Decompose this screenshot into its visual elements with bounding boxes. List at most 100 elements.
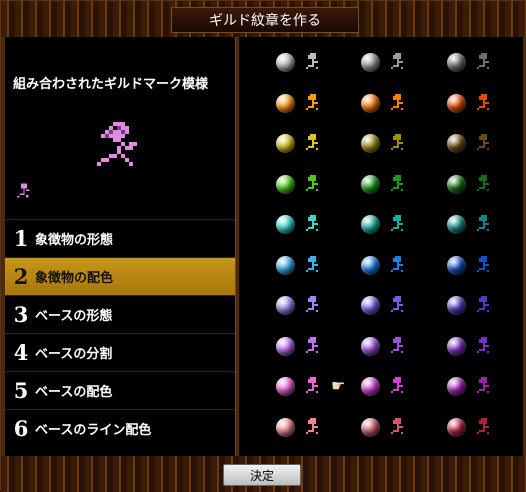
- color-orb-icon[interactable]: [361, 255, 380, 275]
- rose-preview-icon: [306, 215, 320, 233]
- color-orb-icon[interactable]: [361, 174, 380, 194]
- color-swatch[interactable]: [447, 51, 517, 75]
- menu-item-6[interactable]: 6 ベースのライン配色: [5, 409, 235, 447]
- color-swatch[interactable]: [447, 213, 517, 237]
- menu-item-3[interactable]: 3 ベースの形態: [5, 295, 235, 333]
- color-orb-icon[interactable]: [447, 377, 466, 396]
- rose-preview-icon: [306, 336, 320, 355]
- menu-item-number: 3: [13, 302, 29, 327]
- color-orb-icon[interactable]: [447, 53, 466, 72]
- color-orb-icon[interactable]: [361, 296, 380, 315]
- color-swatch[interactable]: [276, 294, 346, 318]
- rose-mark-icon: [97, 122, 137, 166]
- palette-row: [240, 408, 523, 448]
- color-swatch[interactable]: [276, 173, 346, 197]
- color-swatch[interactable]: [276, 335, 346, 359]
- menu-item-1[interactable]: 1 象徴物の形態: [5, 219, 235, 257]
- palette-row: [240, 165, 523, 205]
- palette-row: [240, 286, 523, 326]
- color-orb-icon[interactable]: [447, 134, 466, 153]
- rose-preview-icon: [391, 215, 405, 233]
- menu-item-number: 5: [13, 378, 29, 403]
- color-orb-icon[interactable]: [361, 417, 380, 437]
- color-swatch[interactable]: [447, 92, 517, 116]
- color-orb-icon[interactable]: [447, 417, 466, 437]
- color-swatch[interactable]: [361, 416, 431, 440]
- color-swatch[interactable]: [447, 375, 517, 399]
- color-orb-icon[interactable]: [276, 134, 295, 153]
- color-orb-icon[interactable]: [361, 53, 380, 72]
- menu-item-4[interactable]: 4 ベースの分割: [5, 333, 235, 371]
- color-orb-icon[interactable]: [276, 255, 295, 275]
- rose-preview-icon: [306, 93, 320, 112]
- rose-preview-icon: [477, 134, 491, 152]
- rose-preview-icon: [477, 174, 491, 193]
- color-orb-icon[interactable]: [361, 377, 380, 396]
- menu-item-label: 象徴物の形態: [35, 233, 114, 248]
- color-swatch[interactable]: [361, 92, 431, 116]
- rose-preview-icon: [391, 255, 405, 274]
- palette-row: [240, 327, 523, 367]
- confirm-button[interactable]: 決定: [223, 464, 301, 486]
- color-swatch[interactable]: [447, 254, 517, 278]
- menu-item-number: 1: [13, 226, 29, 251]
- palette-row: [240, 205, 523, 245]
- color-orb-icon[interactable]: [276, 215, 295, 234]
- rose-preview-icon: [477, 255, 491, 274]
- color-orb-icon[interactable]: [447, 93, 466, 113]
- palette-row: [240, 124, 523, 164]
- rose-preview-icon: [477, 93, 491, 112]
- emblem-menu: 1 象徴物の形態 2 象徴物の配色 3 ベースの形態 4 ベースの分割 5 ベースの配色 6 ベースの…: [5, 219, 235, 447]
- rose-preview-icon: [391, 53, 405, 71]
- color-orb-icon[interactable]: [361, 134, 380, 153]
- color-orb-icon[interactable]: [447, 174, 466, 194]
- rose-preview-icon: [391, 417, 405, 436]
- menu-item-number: 2: [13, 264, 29, 289]
- color-orb-icon[interactable]: [447, 296, 466, 315]
- menu-item-5[interactable]: 5 ベースの配色: [5, 371, 235, 409]
- color-swatch[interactable]: [447, 132, 517, 156]
- rose-preview-icon: [306, 134, 320, 152]
- color-swatch[interactable]: [361, 173, 431, 197]
- color-orb-icon[interactable]: [361, 215, 380, 234]
- color-orb-icon[interactable]: [276, 417, 295, 437]
- color-swatch[interactable]: [276, 92, 346, 116]
- color-orb-icon[interactable]: [361, 93, 380, 113]
- menu-item-2[interactable]: 2 象徴物の配色: [5, 257, 235, 295]
- color-swatch[interactable]: [361, 254, 431, 278]
- color-orb-icon[interactable]: [447, 336, 466, 356]
- color-swatch[interactable]: [447, 294, 517, 318]
- palette-row: ☛: [240, 367, 523, 407]
- color-orb-icon[interactable]: [276, 336, 295, 356]
- color-swatch[interactable]: [276, 132, 346, 156]
- color-swatch[interactable]: [447, 335, 517, 359]
- color-swatch[interactable]: [276, 254, 346, 278]
- rose-mark-small-icon: [17, 183, 30, 198]
- preview-label: 組み合わされたギルドマーク模様: [13, 77, 209, 92]
- color-swatch[interactable]: [361, 375, 431, 399]
- color-orb-icon[interactable]: [276, 296, 295, 315]
- palette-row: [240, 84, 523, 124]
- color-swatch[interactable]: [447, 173, 517, 197]
- color-swatch[interactable]: [361, 294, 431, 318]
- color-swatch[interactable]: [361, 132, 431, 156]
- rose-preview-icon: [477, 53, 491, 71]
- color-orb-icon[interactable]: [276, 53, 295, 72]
- color-swatch[interactable]: [447, 416, 517, 440]
- color-orb-icon[interactable]: [361, 336, 380, 356]
- rose-preview-icon: [306, 174, 320, 193]
- color-swatch[interactable]: [361, 51, 431, 75]
- rose-preview-icon: [306, 377, 320, 395]
- color-swatch[interactable]: [276, 416, 346, 440]
- color-orb-icon[interactable]: [447, 255, 466, 275]
- color-orb-icon[interactable]: [276, 174, 295, 194]
- color-swatch[interactable]: [361, 335, 431, 359]
- color-swatch[interactable]: [276, 213, 346, 237]
- rose-preview-icon: [477, 215, 491, 233]
- menu-item-label: ベースの配色: [35, 385, 113, 400]
- color-orb-icon[interactable]: [276, 377, 295, 396]
- color-swatch[interactable]: [276, 51, 346, 75]
- color-swatch[interactable]: [361, 213, 431, 237]
- color-orb-icon[interactable]: [447, 215, 466, 234]
- color-orb-icon[interactable]: [276, 93, 295, 113]
